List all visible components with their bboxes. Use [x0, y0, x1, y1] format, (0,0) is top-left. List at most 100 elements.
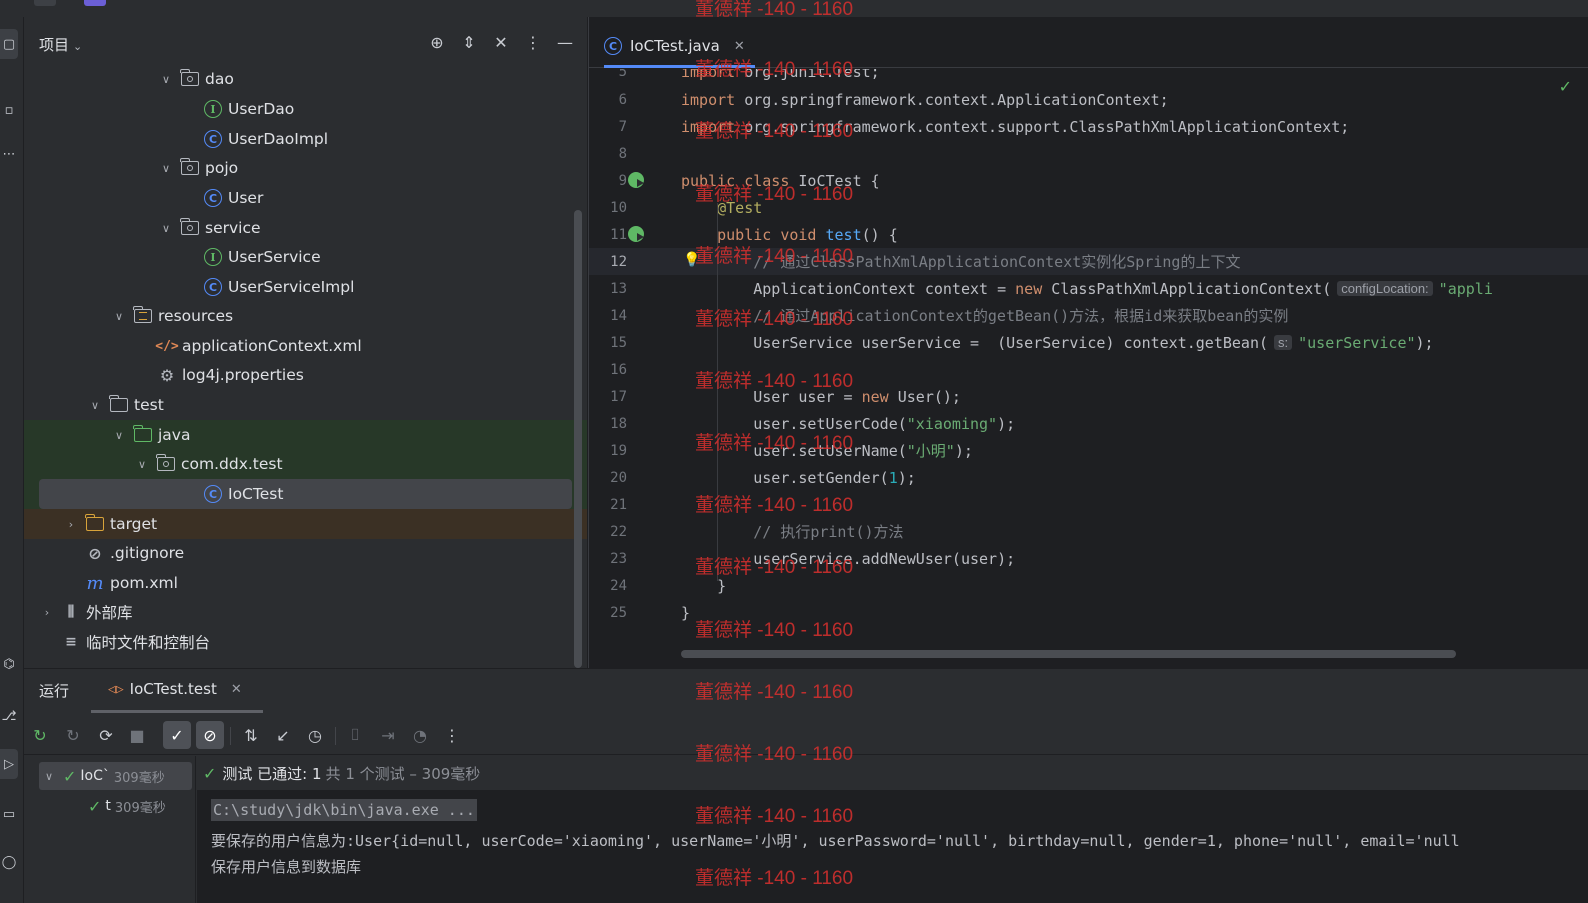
expand-all-icon[interactable]: ⇕ — [459, 31, 479, 53]
console-command-line[interactable]: C:\study\jdk\bin\java.exe ... — [211, 799, 477, 821]
code-text: // 通过ClassPathXmlApplicationContext实例化Sp… — [681, 253, 1241, 271]
code-area[interactable]: 5 import org.junit.Test; 6 import org.spri… — [589, 69, 1588, 668]
tree-item[interactable]: ∨ service — [24, 213, 587, 243]
tree-item[interactable]: m pom.xml — [24, 568, 587, 598]
code-text: import org.springframework.context.suppo… — [681, 117, 1350, 136]
code-line: 6 import org.springframework.context.Appl… — [589, 86, 1588, 113]
import-icon[interactable]: ⇥ — [374, 721, 402, 749]
run-gutter-icon[interactable] — [628, 172, 644, 188]
history-icon[interactable]: ◷ — [301, 721, 329, 749]
tree-item[interactable]: C UserDaoImpl — [24, 124, 587, 154]
tree-item[interactable]: </> applicationContext.xml — [24, 331, 587, 361]
git-tool-icon[interactable]: ⎇ — [0, 701, 18, 731]
tree-item-label: pojo — [205, 159, 239, 177]
chevron-right-icon[interactable]: › — [64, 518, 78, 531]
close-icon[interactable]: ✕ — [734, 39, 745, 54]
class-icon: C — [204, 485, 222, 503]
chevron-right-icon[interactable]: › — [40, 606, 54, 619]
code-line: 5 import org.junit.Test; — [589, 69, 1588, 85]
chevron-down-icon[interactable]: ∨ — [88, 399, 102, 412]
line-number: 9 — [618, 172, 627, 189]
project-scrollbar[interactable] — [574, 210, 582, 668]
code-text: UserService userService = (UserService) … — [681, 333, 1268, 352]
tree-item-label: IoCTest — [228, 485, 284, 503]
run-tool-icon[interactable]: ▷ — [0, 749, 18, 779]
project-view-selector[interactable]: 项目 ⌄ — [39, 34, 82, 55]
tree-item[interactable]: ∨ java — [24, 420, 587, 450]
toggle-auto-test-icon[interactable]: ⟳ — [92, 721, 120, 749]
collapse-all-icon[interactable]: ✕ — [491, 31, 511, 53]
chevron-down-icon[interactable]: ∨ — [135, 458, 149, 471]
sort-icon[interactable]: ⇅ — [237, 721, 265, 749]
options-icon[interactable]: ⋮ — [523, 31, 543, 53]
folder-icon — [109, 395, 128, 412]
tree-item[interactable]: C UserServiceImpl — [24, 272, 587, 302]
tree-item-label: target — [110, 515, 158, 533]
collapse-icon[interactable]: ↙ — [269, 721, 297, 749]
chevron-down-icon[interactable]: ∨ — [159, 222, 173, 235]
close-icon[interactable]: ✕ — [231, 682, 242, 697]
tree-item[interactable]: ∨ pojo — [24, 153, 587, 183]
code-line: 18 user.setUserCode("xiaoming"); — [589, 410, 1588, 437]
tree-item[interactable]: I UserDao — [24, 94, 587, 124]
tree-item[interactable]: I UserService — [24, 242, 587, 272]
chevron-down-icon[interactable]: ∨ — [112, 310, 126, 323]
rerun-icon[interactable]: ↻ — [26, 721, 54, 749]
tree-item[interactable]: ⚙ log4j.properties — [24, 360, 587, 390]
show-ignored-icon[interactable]: ⊘ — [196, 721, 224, 749]
tree-item[interactable]: › target — [24, 509, 587, 539]
more-options-icon[interactable]: ⋮ — [438, 721, 466, 749]
project-tool-icon[interactable]: ▢ — [0, 29, 18, 59]
tree-item[interactable]: ⊘ .gitignore — [24, 538, 587, 568]
locate-icon[interactable]: ⊕ — [427, 31, 447, 53]
tree-item[interactable]: ∨ com.ddx.test — [24, 449, 587, 479]
tree-item-selected[interactable]: C IoCTest — [39, 479, 572, 509]
test-suite-row[interactable]: ∨ ✓ IoC` 309毫秒 — [39, 762, 192, 790]
code-text: user.setUserName("小明"); — [681, 442, 973, 460]
hide-icon[interactable]: — — [555, 31, 575, 53]
tree-item[interactable]: › ⫼ 外部库 — [24, 597, 587, 627]
line-number: 7 — [618, 118, 627, 135]
tree-item[interactable]: ∨ dao — [24, 64, 587, 94]
problems-tool-icon[interactable]: ◯ — [0, 847, 18, 877]
tree-item[interactable]: ∨ test — [24, 390, 587, 420]
line-number: 12 — [610, 253, 627, 270]
line-number: 15 — [610, 334, 627, 351]
tree-item[interactable]: ∨ resources — [24, 301, 587, 331]
services-tool-icon[interactable]: ⌬ — [0, 649, 18, 679]
structure-tool-icon[interactable]: ▫ — [0, 95, 18, 125]
run-tab[interactable]: ◁▷ IoCTest.test ✕ — [108, 680, 242, 698]
stop-icon[interactable]: ■ — [123, 721, 151, 749]
tree-item[interactable]: C User — [24, 183, 587, 213]
lightbulb-icon[interactable]: 💡 — [683, 252, 700, 268]
coverage-icon[interactable]: ◔ — [406, 721, 434, 749]
camera-icon[interactable]: ⌷ — [341, 721, 369, 749]
project-panel: 项目 ⌄ ⊕ ⇕ ✕ ⋮ — ∨ dao I UserDao C UserDaoImpl… — [24, 17, 587, 668]
tree-item-label: UserDaoImpl — [228, 130, 329, 148]
console-output[interactable]: ✓ 测试 已通过: 1 共 1 个测试 – 309毫秒 C:\study\jdk… — [197, 756, 1588, 903]
chevron-down-icon[interactable]: ∨ — [159, 162, 173, 175]
tree-item[interactable]: ≡ 临时文件和控制台 — [24, 627, 587, 657]
code-line: 8 — [589, 140, 1588, 167]
chevron-down-icon[interactable]: ∨ — [159, 73, 173, 86]
terminal-tool-icon[interactable]: ▭ — [0, 799, 18, 829]
test-case-row[interactable]: ✓ t 309毫秒 — [84, 792, 166, 820]
window-menu-icon[interactable] — [34, 0, 56, 6]
tree-item-label: applicationContext.xml — [182, 337, 362, 355]
code-line: 13 ApplicationContext context = new Clas… — [589, 275, 1588, 302]
rerun-failed-icon[interactable]: ↻ — [59, 721, 87, 749]
code-line: 17 User user = new User(); — [589, 383, 1588, 410]
test-status-summary: 共 1 个测试 – 309毫秒 — [325, 764, 481, 783]
left-tool-strip: ▢ ▫ ⋯ ⌬ ⎇ ▷ ▭ ◯ — [0, 17, 24, 903]
run-gutter-icon[interactable] — [628, 226, 644, 242]
code-line: 24 } — [589, 572, 1588, 599]
package-icon — [156, 454, 175, 471]
chevron-down-icon[interactable]: ∨ — [112, 429, 126, 442]
more-tools-icon[interactable]: ⋯ — [0, 139, 18, 169]
chevron-down-icon[interactable]: ∨ — [39, 770, 59, 783]
code-line: 14 // 通过ApplicationContext的getBean()方法，根… — [589, 302, 1588, 329]
show-passed-icon[interactable]: ✓ — [163, 721, 191, 749]
editor-tab[interactable]: C IoCTest.java ✕ — [604, 27, 755, 68]
project-badge-icon[interactable] — [84, 0, 106, 6]
editor-horizontal-scrollbar[interactable] — [681, 650, 1456, 658]
